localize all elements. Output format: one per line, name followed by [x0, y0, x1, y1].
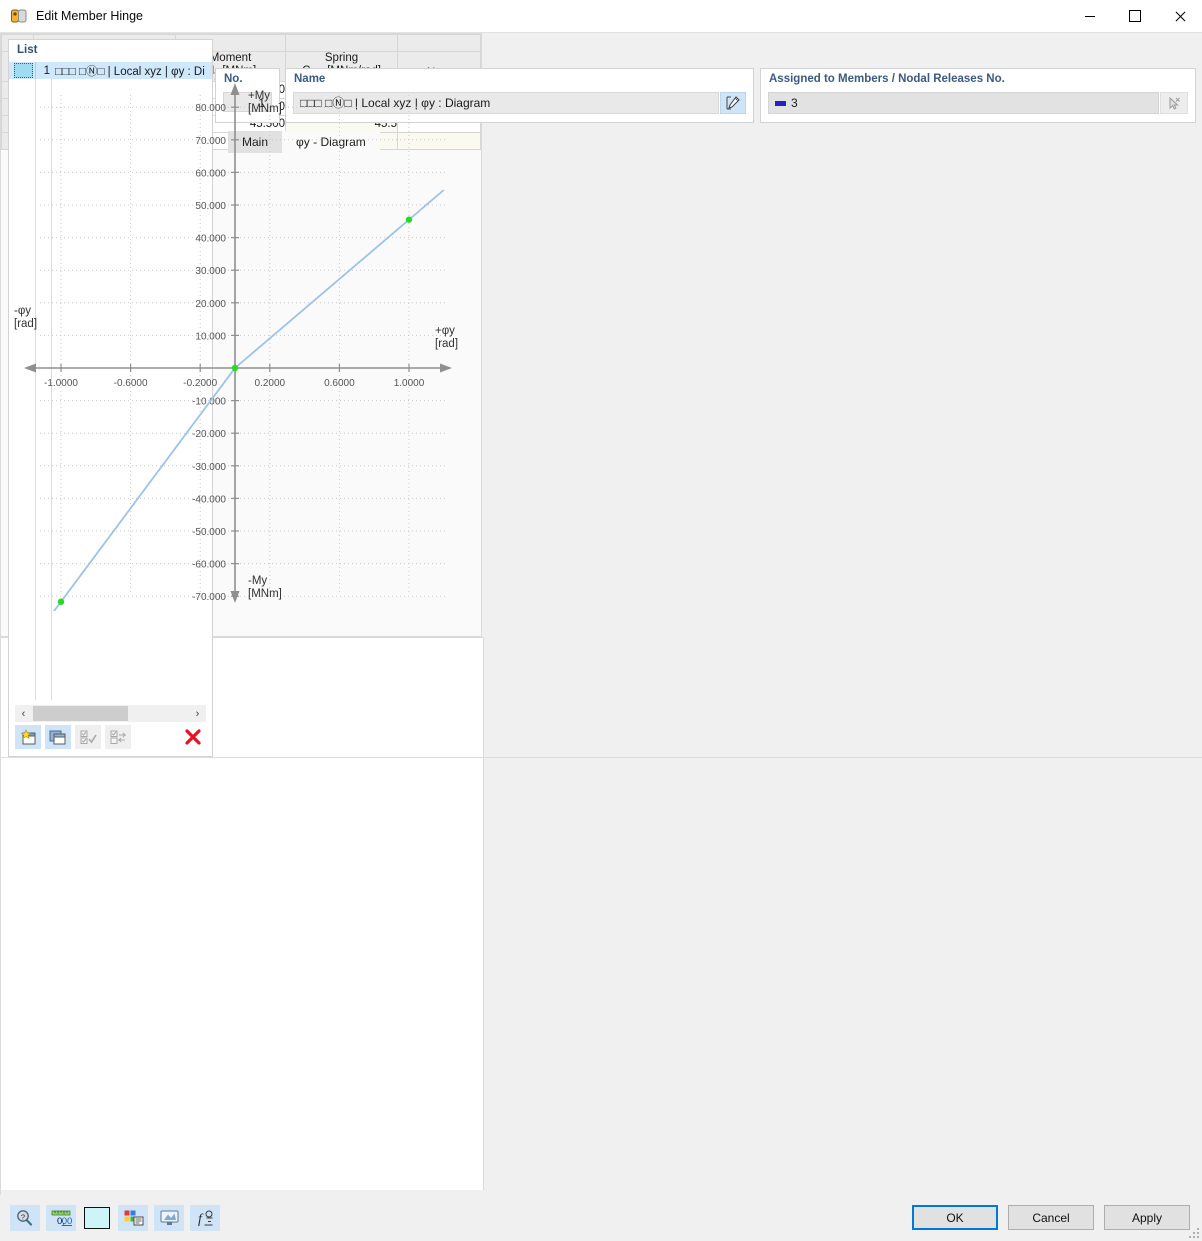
footer-toolbar: ? 0, 00 — [10, 1205, 220, 1231]
header-spacer-spring — [286, 35, 398, 52]
assigned-panel: Assigned to Members / Nodal Releases No.… — [760, 68, 1196, 123]
display-settings-button[interactable] — [154, 1205, 184, 1231]
svg-text:[MNm]: [MNm] — [248, 588, 282, 600]
assigned-input[interactable]: 3 — [768, 92, 1159, 114]
svg-text:[rad]: [rad] — [435, 338, 458, 350]
axis-captions: +My [MNm] -My [MNm] -φy [rad] +φy [rad] — [14, 90, 458, 600]
scroll-left-icon[interactable]: ‹ — [15, 705, 32, 722]
edit-member-hinge-window: Edit Member Hinge List 1 □□□ □Ⓝ□ | Local… — [0, 0, 1202, 832]
edit-name-button[interactable] — [720, 92, 746, 114]
svg-text:[rad]: [rad] — [14, 318, 37, 330]
assigned-label: Assigned to Members / Nodal Releases No. — [761, 69, 1195, 87]
member-marker-icon — [775, 101, 786, 106]
axis-lines — [24, 83, 452, 603]
help-search-button[interactable]: ? — [10, 1205, 40, 1231]
y-tick-label: -60.000 — [192, 560, 226, 571]
y-tick-label: 30.000 — [195, 266, 226, 277]
data-point — [406, 216, 412, 222]
minimize-button[interactable] — [1067, 1, 1112, 32]
y-axis-tick-labels: 80.000 70.000 60.000 50.000 40.000 30.000 20.0… — [192, 103, 226, 611]
y-tick-label: 50.000 — [195, 201, 226, 212]
invert-selection-button[interactable] — [105, 725, 131, 749]
y-tick-label: 80.000 — [195, 103, 226, 114]
y-tick-label: -20.000 — [192, 429, 226, 440]
close-button[interactable] — [1157, 1, 1202, 32]
x-tick-label: -1.0000 — [44, 378, 78, 389]
select-all-button[interactable] — [75, 725, 101, 749]
moment-rotation-chart: 80.000 70.000 60.000 50.000 40.000 30.000 20.0… — [0, 51, 482, 611]
data-point — [58, 599, 64, 605]
dialog-buttons: OK Cancel Apply — [912, 1205, 1190, 1230]
svg-text:00: 00 — [62, 1216, 72, 1227]
delete-item-button[interactable] — [180, 725, 206, 749]
x-tick-label: -0.2000 — [183, 378, 217, 389]
y-tick-label: 70.000 — [195, 136, 226, 147]
list-toolbar — [15, 724, 206, 750]
svg-text:-My: -My — [248, 575, 267, 587]
horizontal-gridlines — [40, 107, 445, 611]
units-button[interactable]: 0, 00 — [46, 1205, 76, 1231]
y-tick-label: 20.000 — [195, 299, 226, 310]
list-horizontal-scrollbar[interactable]: ‹ › — [15, 705, 206, 722]
cancel-button[interactable]: Cancel — [1008, 1205, 1094, 1230]
scrollbar-track[interactable] — [129, 706, 189, 721]
footer-bar: ? 0, 00 — [0, 1195, 1202, 1241]
svg-text:[MNm]: [MNm] — [248, 103, 282, 115]
x-tick-label: -0.6000 — [114, 378, 148, 389]
x-tick-label: 1.0000 — [394, 378, 425, 389]
scroll-right-icon[interactable]: › — [189, 705, 206, 722]
footer-divider — [0, 757, 1202, 758]
scrollbar-thumb[interactable] — [33, 706, 128, 721]
svg-text:?: ? — [21, 1213, 25, 1222]
formula-button[interactable]: f — [190, 1205, 220, 1231]
svg-text:f: f — [198, 1212, 204, 1227]
hinge-icon — [10, 7, 28, 25]
ok-button[interactable]: OK — [912, 1205, 998, 1230]
copy-item-button[interactable] — [45, 725, 71, 749]
y-tick-label: 10.000 — [195, 331, 226, 342]
y-tick-label: -40.000 — [192, 494, 226, 505]
window-title: Edit Member Hinge — [36, 9, 143, 23]
y-tick-label: -50.000 — [192, 527, 226, 538]
x-tick-label: 0.6000 — [324, 378, 355, 389]
color-swatch-button[interactable] — [82, 1205, 112, 1231]
assigned-value: 3 — [791, 93, 798, 113]
svg-text:+φy: +φy — [435, 325, 455, 337]
x-tick-label: 0.2000 — [255, 378, 286, 389]
svg-text:-φy: -φy — [14, 305, 31, 317]
new-item-button[interactable] — [15, 725, 41, 749]
y-tick-label: -70.000 — [192, 592, 226, 603]
window-body: List 1 □□□ □Ⓝ□ | Local xyz | φy : Di ‹ › — [0, 33, 1202, 1241]
resize-grip[interactable] — [1189, 1228, 1199, 1238]
pick-members-button[interactable] — [1160, 92, 1188, 114]
title-bar: Edit Member Hinge — [0, 0, 1202, 33]
apply-button[interactable]: Apply — [1104, 1205, 1190, 1230]
maximize-button[interactable] — [1112, 1, 1157, 32]
y-tick-label: 40.000 — [195, 234, 226, 245]
y-tick-label: 60.000 — [195, 168, 226, 179]
graphics-settings-button[interactable] — [118, 1205, 148, 1231]
y-tick-label: -30.000 — [192, 462, 226, 473]
svg-text:+My: +My — [248, 90, 270, 102]
data-point — [232, 365, 238, 371]
header-spacer-note — [398, 35, 481, 52]
